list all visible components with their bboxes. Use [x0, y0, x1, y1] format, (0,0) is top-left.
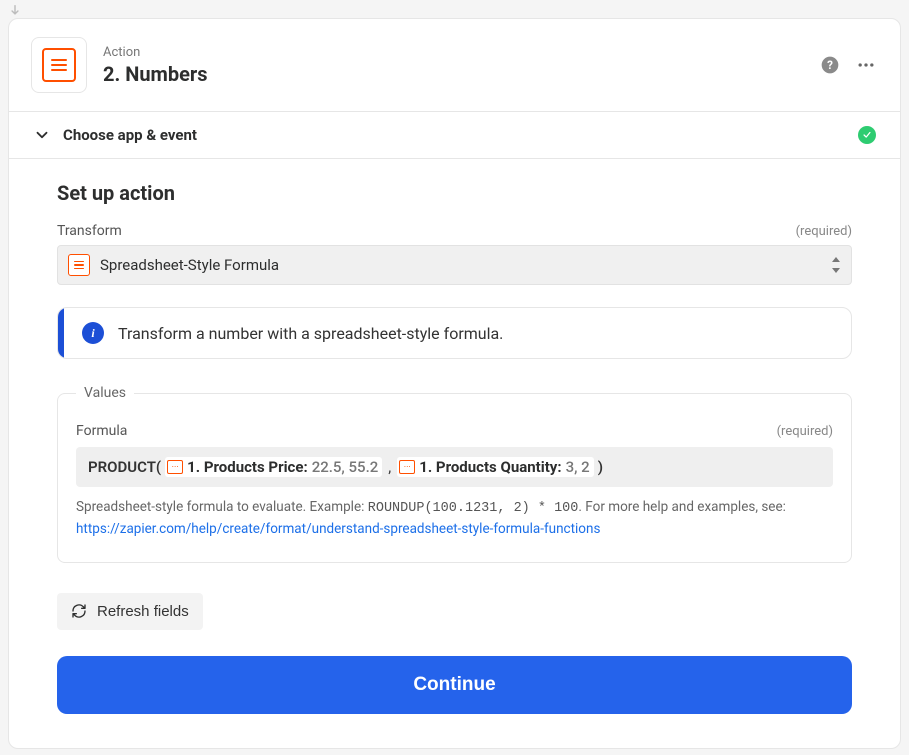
- formula-fn-open: PRODUCT(: [88, 458, 161, 476]
- transform-required: (required): [796, 224, 852, 239]
- help-pre: Spreadsheet-style formula to evaluate. E…: [76, 499, 368, 515]
- transform-select[interactable]: Spreadsheet-Style Formula: [57, 245, 852, 285]
- source-step-mini-icon: ⋯: [399, 460, 415, 474]
- refresh-label: Refresh fields: [97, 603, 189, 620]
- values-legend: Values: [76, 385, 134, 401]
- section-title: Set up action: [57, 181, 852, 205]
- transform-field-header: Transform (required): [57, 223, 852, 239]
- refresh-fields-button[interactable]: Refresh fields: [57, 593, 203, 630]
- section-complete-check-icon: [858, 126, 876, 144]
- formula-field-header: Formula (required): [76, 423, 833, 439]
- pill-label: 1. Products Quantity:: [419, 458, 561, 476]
- step-title: 2. Numbers: [103, 62, 804, 86]
- formula-required: (required): [777, 424, 833, 439]
- mapped-field-pill-products-price[interactable]: ⋯ 1. Products Price: 22.5, 55.2: [165, 457, 382, 477]
- info-text: Transform a number with a spreadsheet-st…: [118, 324, 503, 343]
- formula-input[interactable]: PRODUCT( ⋯ 1. Products Price: 22.5, 55.2…: [76, 447, 833, 487]
- setup-action-body: Set up action Transform (required) Sprea…: [9, 159, 900, 748]
- more-menu-icon[interactable]: [856, 55, 876, 75]
- values-fieldset: Values Formula (required) PRODUCT( ⋯ 1. …: [57, 385, 852, 563]
- formula-comma: ,: [386, 458, 393, 476]
- header-text: Action 2. Numbers: [103, 45, 804, 86]
- incoming-connector-arrow: [8, 4, 901, 18]
- pill-label: 1. Products Price:: [187, 458, 308, 476]
- formatter-mini-icon: [68, 254, 90, 276]
- formula-help-text: Spreadsheet-style formula to evaluate. E…: [76, 497, 833, 540]
- help-code: ROUNDUP(100.1231, 2) * 100: [368, 501, 579, 516]
- step-type-label: Action: [103, 45, 804, 60]
- formula-fn-close: ): [598, 458, 603, 476]
- collapse-label: Choose app & event: [63, 126, 846, 144]
- transform-selected-value: Spreadsheet-Style Formula: [100, 256, 821, 274]
- help-post: . For more help and examples, see:: [578, 499, 786, 515]
- mapped-field-pill-products-quantity[interactable]: ⋯ 1. Products Quantity: 3, 2: [397, 457, 593, 477]
- chevron-down-icon: [33, 126, 51, 144]
- svg-text:?: ?: [827, 58, 833, 72]
- continue-button[interactable]: Continue: [57, 656, 852, 714]
- action-step-card: Action 2. Numbers ? Choose app & event S…: [8, 18, 901, 749]
- pill-value: 3, 2: [566, 458, 590, 476]
- formatter-numbers-icon: [42, 48, 76, 82]
- pill-value: 22.5, 55.2: [312, 458, 379, 476]
- source-step-mini-icon: ⋯: [167, 460, 183, 474]
- card-header: Action 2. Numbers ?: [9, 19, 900, 111]
- transform-label: Transform: [57, 223, 122, 239]
- choose-app-event-section-header[interactable]: Choose app & event: [9, 112, 900, 158]
- formula-label: Formula: [76, 423, 127, 439]
- refresh-icon: [71, 603, 87, 619]
- info-callout: i Transform a number with a spreadsheet-…: [57, 307, 852, 359]
- app-icon: [31, 37, 87, 93]
- select-caret-icon: [831, 257, 841, 273]
- help-link[interactable]: https://zapier.com/help/create/format/un…: [76, 521, 600, 537]
- help-icon[interactable]: ?: [820, 55, 840, 75]
- info-icon: i: [82, 322, 104, 344]
